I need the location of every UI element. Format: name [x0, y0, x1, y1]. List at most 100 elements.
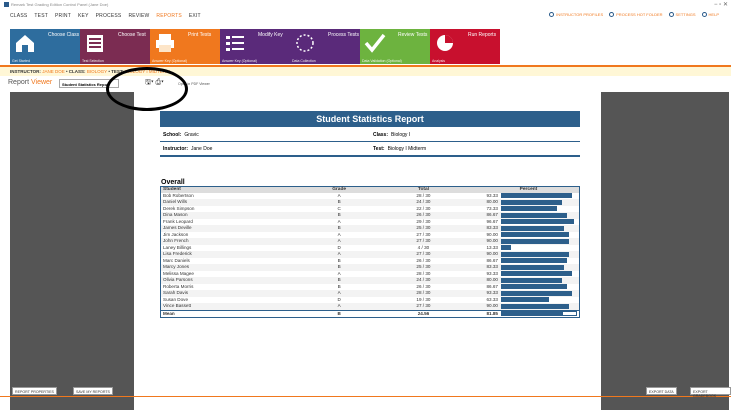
top-right-links: INSTRUCTOR PROFILES PROCESS HOT FOLDER SET… — [543, 12, 719, 18]
circle-icon — [701, 12, 707, 18]
window-controls[interactable]: − ▫ ✕ — [714, 1, 728, 8]
instructor-label: Instructor: — [163, 146, 188, 152]
percent-bar — [500, 297, 550, 303]
ribbon-tile-print-tests[interactable]: Print Tests Answer Key (Optional) — [150, 29, 220, 64]
test-icon — [84, 33, 106, 53]
mean-bar — [501, 312, 563, 316]
tile-label: Choose Test — [118, 32, 146, 38]
ribbon-tile-choose-test[interactable]: Choose Test Test Selection — [80, 29, 150, 64]
grade: A — [309, 303, 369, 310]
mean-percent: 81.85 — [486, 310, 498, 316]
score: 27 — [416, 303, 422, 308]
menu-reports[interactable]: REPORTS — [156, 13, 181, 19]
total-score: 27 / 30 — [368, 303, 478, 310]
menu-class[interactable]: CLASS — [10, 13, 27, 19]
score: 26 — [416, 257, 422, 263]
percent-bar-track — [500, 212, 577, 218]
score: 27 — [416, 251, 422, 256]
percent-bar-track — [500, 238, 577, 244]
menu-exit[interactable]: EXIT — [189, 13, 201, 19]
class-info: Class: Biology I — [373, 132, 410, 138]
title-bar: Remark Test Grading Edition Control Pane… — [0, 0, 731, 10]
tile-sublabel: Answer Key (Optional) — [152, 59, 188, 63]
percent-bar-track — [500, 264, 577, 270]
percent-bar — [500, 251, 570, 257]
class-label: Class: — [373, 132, 389, 138]
mean-label: Mean — [160, 309, 310, 318]
percent-bar — [500, 238, 570, 244]
percent-bar-track — [500, 284, 577, 290]
class-icon — [14, 33, 36, 53]
class-value: Biology I — [391, 132, 411, 138]
tile-sublabel: Data Validation (Optional) — [362, 59, 402, 63]
max-score: 30 — [425, 283, 431, 289]
score: 19 — [416, 296, 422, 302]
tile-label: Print Tests — [188, 32, 212, 38]
key-icon — [224, 33, 246, 53]
percent-bar — [500, 193, 572, 199]
save-my-reports-button[interactable]: SAVE MY REPORTS — [73, 387, 113, 395]
top-link-1[interactable]: PROCESS HOT FOLDER — [609, 12, 663, 18]
percent-bar-track — [500, 232, 577, 238]
ribbon-tile-choose-class[interactable]: Choose Class Get Started — [10, 29, 80, 64]
percent-bar — [500, 284, 567, 290]
max-score: 30 — [425, 257, 431, 263]
ribbon-tile-process-tests[interactable]: Process Tests Data Collection — [290, 29, 360, 64]
report-properties-button[interactable]: REPORT PROPERTIES — [12, 387, 57, 395]
app-icon — [4, 2, 9, 8]
percent-value: 90.00 — [486, 303, 498, 308]
menu-process[interactable]: PROCESS — [96, 13, 122, 19]
menu-key[interactable]: KEY — [78, 13, 89, 19]
top-link-label: PROCESS HOT FOLDER — [616, 12, 663, 17]
max-score: 30 — [425, 212, 431, 217]
pie-chart-icon — [434, 33, 456, 53]
report-title: Student Statistics Report — [160, 111, 580, 127]
school-value: Gravic — [184, 132, 199, 138]
tile-label: Review Tests — [398, 32, 428, 38]
max-score: 30 — [425, 231, 431, 237]
instructor-bar: INSTRUCTOR: JANE DOE • CLASS: BIOLOGY • … — [0, 67, 731, 76]
circle-icon — [609, 12, 615, 18]
percent-bar — [500, 264, 565, 270]
class-label: CLASS: — [68, 69, 86, 74]
max-score: 30 — [425, 251, 431, 256]
percent-bar — [500, 232, 570, 238]
top-link-3[interactable]: HELP — [701, 12, 719, 18]
percent-bar-track — [500, 277, 577, 283]
top-link-label: HELP — [708, 12, 719, 17]
tile-sublabel: Get Started — [12, 59, 30, 63]
school-info: School: Gravic — [163, 132, 199, 138]
score: 26 — [416, 212, 422, 217]
top-link-label: INSTRUCTOR PROFILES — [556, 12, 604, 17]
menu-print[interactable]: PRINT — [55, 13, 71, 19]
max-score: 30 — [425, 205, 431, 211]
ribbon-tile-modify-key[interactable]: Modify Key Answer Key (Optional) — [220, 29, 290, 64]
top-link-2[interactable]: SETTINGS — [668, 12, 696, 18]
instructor-label: INSTRUCTOR: — [10, 69, 41, 74]
score: 24 — [416, 277, 422, 282]
ribbon: Choose Class Get Started Choose Test Test S… — [10, 29, 500, 64]
window-title: Remark Test Grading Edition Control Pane… — [11, 2, 109, 7]
ribbon-tile-review-tests[interactable]: Review Tests Data Validation (Optional) — [360, 29, 430, 64]
ribbon-tile-run-reports[interactable]: Run Reports Analysis — [430, 29, 500, 64]
export-gradebook-button[interactable]: EXPORT GRADEBOOK — [690, 387, 731, 398]
mean-grade: B — [309, 309, 369, 318]
max-score: 30 — [425, 225, 431, 230]
test-info: Test: Biology I Midterm — [373, 146, 426, 152]
max-score: 30 — [425, 238, 431, 243]
student-table: Student Grade Total Percent Bob Robertson A 2… — [160, 186, 580, 318]
divider — [160, 155, 580, 157]
max-score: 30 — [425, 264, 431, 269]
max-score: 30 — [425, 303, 431, 308]
export-data-button[interactable]: EXPORT DATA — [646, 387, 677, 395]
menu-review[interactable]: REVIEW — [128, 13, 149, 19]
menu-test[interactable]: TEST — [34, 13, 48, 19]
score: 27 — [416, 231, 422, 237]
percent-bar — [500, 271, 572, 277]
print-icon — [154, 33, 176, 53]
top-link-0[interactable]: INSTRUCTOR PROFILES — [549, 12, 604, 18]
percent-bar-track — [500, 290, 577, 296]
score: 27 — [416, 238, 422, 243]
mean-percent-cell: 81.85 — [477, 309, 580, 318]
tile-label: Modify Key — [258, 32, 283, 38]
